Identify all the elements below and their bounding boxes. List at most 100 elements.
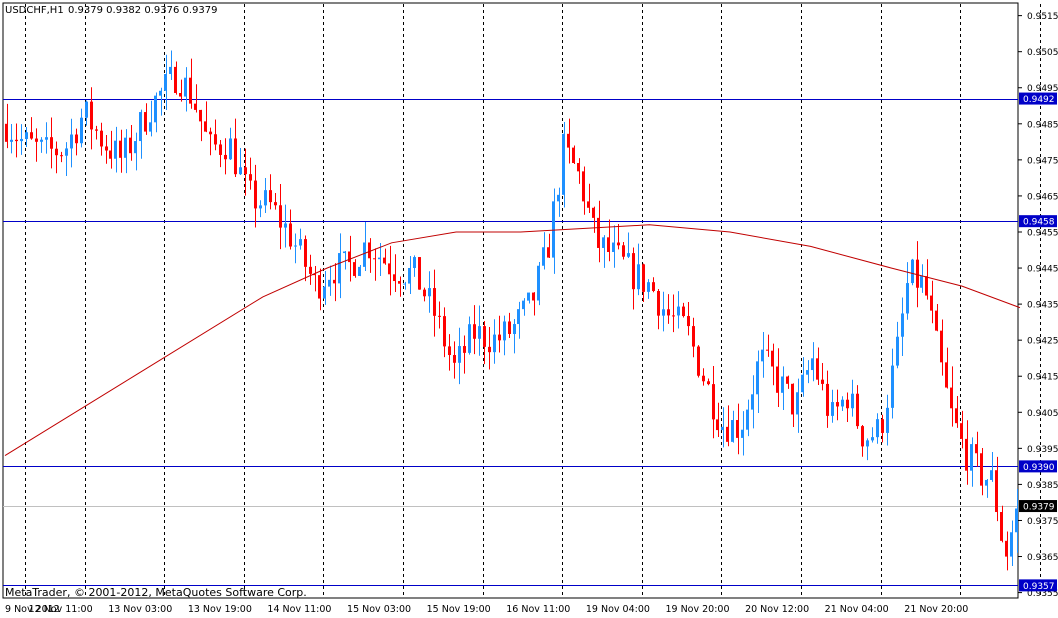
candle-body bbox=[582, 171, 585, 202]
candle-body bbox=[637, 264, 640, 290]
candle-body bbox=[264, 190, 267, 206]
candle-body bbox=[358, 266, 361, 276]
candle-body bbox=[856, 393, 859, 427]
candle-body bbox=[184, 77, 187, 97]
candle-body bbox=[537, 265, 540, 301]
candle-body bbox=[378, 257, 381, 260]
candle-body bbox=[199, 109, 202, 122]
candle-body bbox=[741, 429, 744, 438]
y-tick-label: 0.9385 bbox=[1027, 481, 1058, 491]
candle-body bbox=[567, 133, 570, 148]
candle-body bbox=[707, 381, 710, 385]
candle-body bbox=[20, 138, 23, 142]
candle-body bbox=[50, 137, 53, 149]
x-tick-label: 21 Nov 20:00 bbox=[904, 604, 968, 615]
candle-body bbox=[70, 134, 73, 149]
candle-body bbox=[761, 349, 764, 362]
candle-body bbox=[169, 66, 172, 75]
candle-body bbox=[119, 140, 122, 158]
candle-body bbox=[1005, 540, 1008, 557]
candle-body bbox=[45, 137, 48, 140]
candle-body bbox=[891, 365, 894, 408]
candle-body bbox=[796, 392, 799, 415]
candle-body bbox=[697, 346, 700, 376]
candle-body bbox=[652, 282, 655, 292]
candle-body bbox=[950, 387, 953, 409]
x-tick-label: 19 Nov 20:00 bbox=[665, 604, 729, 615]
candle-body bbox=[557, 194, 560, 202]
y-tick-label: 0.9365 bbox=[1027, 553, 1058, 563]
y-tick-label: 0.9485 bbox=[1027, 120, 1058, 130]
candle-body bbox=[60, 155, 63, 157]
candle-body bbox=[771, 350, 774, 367]
candle-body bbox=[373, 258, 376, 260]
candle-body bbox=[149, 122, 152, 132]
candle-body bbox=[493, 334, 496, 353]
candle-body bbox=[756, 361, 759, 395]
candle-body bbox=[522, 300, 525, 310]
candle-body bbox=[55, 148, 58, 156]
candle-body bbox=[304, 239, 307, 267]
x-tick-label: 13 Nov 19:00 bbox=[188, 604, 252, 615]
candle-body bbox=[960, 423, 963, 439]
candle-body bbox=[323, 286, 326, 299]
candle-body bbox=[85, 101, 88, 118]
y-tick-label: 0.9435 bbox=[1027, 301, 1058, 311]
candle-body bbox=[30, 132, 33, 139]
candle-body bbox=[791, 383, 794, 415]
y-tick-label: 0.9465 bbox=[1027, 192, 1058, 202]
candle-body bbox=[229, 138, 232, 160]
candle-body bbox=[443, 316, 446, 347]
candle-body bbox=[388, 263, 391, 275]
candle-body bbox=[468, 324, 471, 353]
candle-body bbox=[672, 315, 675, 317]
candle-body bbox=[423, 289, 426, 297]
candle-body bbox=[408, 267, 411, 284]
level-price-label: 0.9390 bbox=[1023, 463, 1055, 473]
level-price-label: 0.9357 bbox=[1023, 582, 1055, 592]
candle-body bbox=[776, 366, 779, 393]
candle-body bbox=[433, 288, 436, 316]
candle-body bbox=[677, 306, 680, 316]
candle-body bbox=[174, 66, 177, 93]
candle-body bbox=[254, 180, 257, 209]
candle-body bbox=[851, 393, 854, 409]
x-tick-label: 14 Nov 11:00 bbox=[267, 604, 331, 615]
candle-body bbox=[393, 274, 396, 282]
candle-body bbox=[473, 324, 476, 339]
candle-body bbox=[682, 306, 685, 317]
candle-body bbox=[40, 139, 43, 142]
candle-body bbox=[617, 242, 620, 246]
candle-body bbox=[517, 309, 520, 325]
y-tick-label: 0.9405 bbox=[1027, 409, 1058, 419]
candle-body bbox=[139, 112, 142, 142]
y-axis: 0.95150.95050.94950.94850.94750.94650.94… bbox=[1018, 12, 1058, 599]
candle-body bbox=[746, 409, 749, 430]
candle-body bbox=[911, 259, 914, 284]
x-tick-label: 21 Nov 04:00 bbox=[825, 604, 889, 615]
candle-body bbox=[328, 279, 331, 287]
candle-body bbox=[781, 376, 784, 393]
candle-body bbox=[980, 453, 983, 486]
candle-body bbox=[274, 202, 277, 206]
candle-body bbox=[463, 346, 466, 353]
candle-body bbox=[1000, 512, 1003, 541]
y-tick-label: 0.9425 bbox=[1027, 337, 1058, 347]
candle-body bbox=[80, 117, 83, 144]
candle-body bbox=[871, 437, 874, 441]
candle-body bbox=[398, 281, 401, 284]
candle-body bbox=[612, 242, 615, 252]
candle-body bbox=[299, 239, 302, 246]
candle-body bbox=[836, 402, 839, 407]
candle-body bbox=[990, 470, 993, 480]
candle-body bbox=[831, 402, 834, 416]
candle-body bbox=[284, 223, 287, 228]
candle-body bbox=[348, 251, 351, 263]
candle-body bbox=[488, 346, 491, 353]
candle-body bbox=[453, 355, 456, 363]
candle-body bbox=[164, 74, 167, 91]
candle-body bbox=[413, 257, 416, 268]
candle-body bbox=[428, 288, 431, 297]
ohlc-label: 0.9379 0.9382 0.9376 0.9379 bbox=[68, 5, 218, 16]
candle-body bbox=[945, 362, 948, 388]
